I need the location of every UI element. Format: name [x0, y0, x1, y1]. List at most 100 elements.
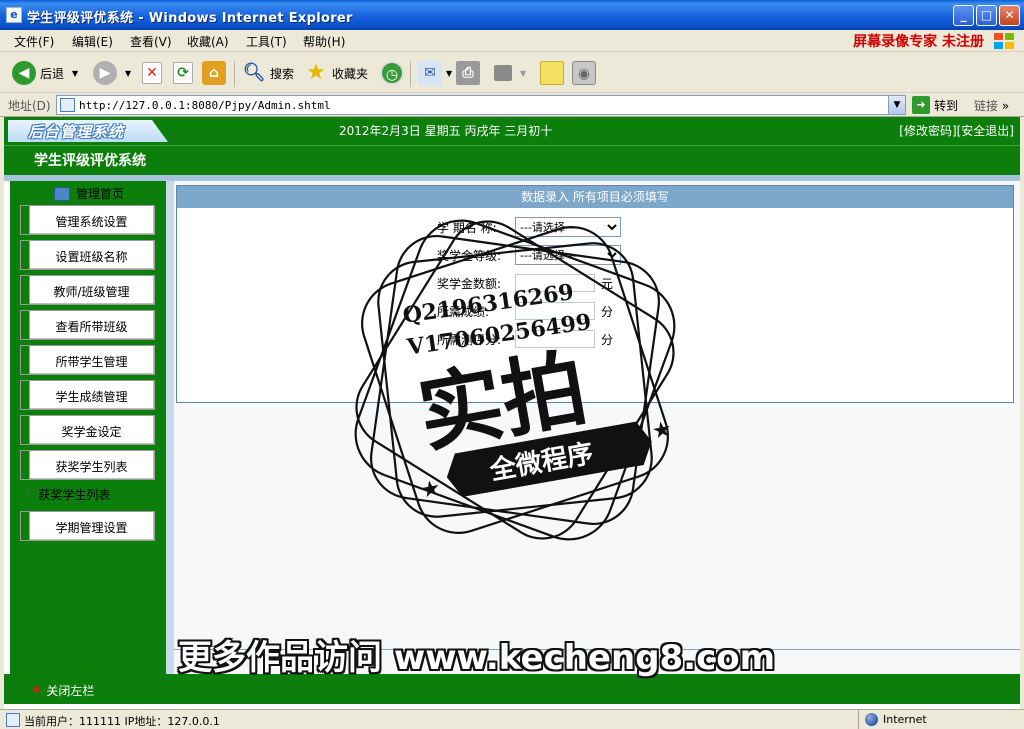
- sidebar-item-grades[interactable]: 学生成绩管理: [20, 380, 155, 410]
- refresh-button[interactable]: ⟳: [173, 59, 193, 87]
- menu-edit[interactable]: 编辑(E): [72, 33, 113, 50]
- menu-help[interactable]: 帮助(H): [303, 33, 345, 50]
- menu-view[interactable]: 查看(V): [130, 33, 172, 50]
- chevron-down-icon[interactable]: ▼: [125, 69, 131, 78]
- score-input[interactable]: [515, 302, 595, 320]
- refresh-icon: ⟳: [173, 62, 193, 84]
- mail-button[interactable]: ✉ ▼: [418, 59, 452, 87]
- star-icon: ★: [306, 60, 326, 85]
- recording-badge: 屏幕录像专家 未注册: [853, 34, 984, 50]
- home-button[interactable]: ⌂: [202, 59, 226, 87]
- main-panel: 数据录入 所有项目必须填写 学 期名 称: ---请选择--- 奖学金等级: -…: [174, 181, 1020, 674]
- web-page: 后台管理系统 2012年2月3日 星期五 丙戌年 三月初十 [修改密码][安全退…: [4, 117, 1020, 709]
- sidebar-divider[interactable]: [166, 181, 174, 674]
- ie-icon: e: [6, 7, 22, 23]
- back-button[interactable]: ◀ 后退 ▼: [12, 59, 78, 87]
- address-url: http://127.0.0.1:8080/Pjpy/Admin.shtml: [79, 99, 331, 112]
- links-button[interactable]: 链接 »: [974, 97, 1009, 114]
- admin-logo: 后台管理系统: [28, 123, 125, 141]
- back-arrow-icon: ◀: [12, 61, 36, 85]
- system-title: 学生评级评优系统: [34, 153, 146, 169]
- menu-bar: 文件(F) 编辑(E) 查看(V) 收藏(A) 工具(T) 帮助(H) 屏幕录像…: [0, 30, 1024, 52]
- amount-input[interactable]: [515, 274, 595, 292]
- sidebar-item-system-settings[interactable]: 管理系统设置: [20, 205, 155, 235]
- status-text: 当前用户：111111 IP地址：127.0.0.1: [24, 715, 220, 728]
- window-title-bar[interactable]: e 学生评级评优系统 - Windows Internet Explorer _…: [0, 0, 1024, 30]
- address-label: 地址(D): [8, 99, 51, 113]
- edit-icon: [494, 65, 512, 81]
- menu-file[interactable]: 文件(F): [14, 33, 54, 50]
- amount-row: 奖学金数额: 元: [437, 274, 613, 292]
- address-input[interactable]: http://127.0.0.1:8080/Pjpy/Admin.shtml ▼: [56, 95, 906, 115]
- page-icon: [60, 98, 75, 112]
- close-left-button[interactable]: ✱ 关闭左栏: [32, 682, 94, 699]
- sidebar-item-my-classes[interactable]: 查看所带班级: [20, 310, 155, 340]
- address-bar: 地址(D) http://127.0.0.1:8080/Pjpy/Admin.s…: [0, 93, 1024, 117]
- favorites-button[interactable]: ★ 收藏夹: [304, 59, 368, 87]
- print-button[interactable]: ⎙: [456, 59, 480, 87]
- history-icon: ◷: [380, 61, 404, 85]
- term-select[interactable]: ---请选择---: [515, 217, 621, 237]
- printer-icon: ⎙: [456, 61, 480, 85]
- messenger-icon: ◉: [572, 61, 596, 85]
- search-button[interactable]: 🔍︎ 搜索: [242, 59, 294, 87]
- chevron-down-icon[interactable]: ▼: [888, 96, 905, 114]
- bullet-icon: ✱: [24, 489, 33, 500]
- sidebar-section[interactable]: ✱ 获奖学生列表: [24, 486, 110, 503]
- computer-icon: [54, 186, 70, 201]
- page-icon: [6, 713, 20, 727]
- sidebar-item-term-settings[interactable]: 学期管理设置: [20, 511, 155, 541]
- score-row: 所需成绩: 分: [437, 302, 613, 320]
- window-title: 学生评级评优系统 - Windows Internet Explorer: [27, 11, 353, 26]
- security-zone: Internet: [858, 710, 1024, 729]
- toolbar: ◀ 后退 ▼ ▶ ▼ ✕ ⟳ ⌂ 🔍︎ 搜索 ★ 收藏夹 ◷ ✉ ▼ ⎙ ▼ ◉: [0, 53, 1024, 93]
- form-header: 数据录入 所有项目必须填写: [177, 186, 1013, 208]
- level-row: 奖学金等级: ---请选择---: [437, 245, 621, 265]
- sidebar-item-class-names[interactable]: 设置班级名称: [20, 240, 155, 270]
- discuss-button[interactable]: [540, 59, 564, 87]
- windows-logo-icon: [992, 32, 1018, 50]
- sidebar-item-students[interactable]: 所带学生管理: [20, 345, 155, 375]
- minimize-button[interactable]: _: [953, 5, 974, 26]
- stop-button[interactable]: ✕: [142, 59, 162, 87]
- sidebar-item-scholarship[interactable]: 奖学金设定: [20, 415, 155, 445]
- header-account-links[interactable]: [修改密码][安全退出]: [899, 122, 1014, 139]
- forward-button[interactable]: ▶ ▼: [93, 59, 131, 87]
- chevron-down-icon[interactable]: ▼: [520, 69, 526, 78]
- sidebar-item-award-list[interactable]: 获奖学生列表: [20, 450, 155, 480]
- close-button[interactable]: ✕: [999, 5, 1020, 26]
- sidebar-item-teacher-class[interactable]: 教师/班级管理: [20, 275, 155, 305]
- history-button[interactable]: ◷: [380, 59, 404, 87]
- forward-arrow-icon: ▶: [93, 61, 117, 85]
- edit-button[interactable]: ▼: [494, 59, 526, 87]
- watermark-site: 更多作品访问 www.kecheng8.com: [178, 638, 776, 678]
- close-icon: ✱: [32, 685, 41, 696]
- go-arrow-icon: ➜: [912, 96, 930, 114]
- header-date: 2012年2月3日 星期五 丙戌年 三月初十: [339, 124, 553, 138]
- left-sidebar: 管理首页 管理系统设置 设置班级名称 教师/班级管理 查看所带班级 所带学生管理…: [10, 181, 166, 674]
- go-button[interactable]: ➜ 转到: [912, 96, 958, 114]
- maximize-button[interactable]: □: [976, 5, 997, 26]
- sidebar-home[interactable]: 管理首页: [54, 185, 124, 202]
- term-row: 学 期名 称: ---请选择---: [437, 217, 621, 237]
- menu-favorites[interactable]: 收藏(A): [187, 33, 229, 50]
- stop-icon: ✕: [142, 62, 162, 84]
- toolbar-separator: [234, 61, 235, 87]
- evaluation-input[interactable]: [515, 330, 595, 348]
- messenger-button[interactable]: ◉: [572, 59, 596, 87]
- toolbar-separator: [410, 61, 411, 87]
- level-select[interactable]: ---请选择---: [515, 245, 621, 265]
- home-icon: ⌂: [202, 61, 226, 85]
- search-icon: 🔍︎: [242, 62, 266, 83]
- evaluation-row: 所需测评分: 分: [437, 330, 613, 348]
- note-icon: [540, 61, 564, 85]
- globe-icon: [865, 713, 878, 726]
- data-entry-form: 数据录入 所有项目必须填写 学 期名 称: ---请选择--- 奖学金等级: -…: [176, 185, 1014, 403]
- menu-tools[interactable]: 工具(T): [246, 33, 287, 50]
- mail-icon: ✉: [418, 61, 442, 85]
- page-header: 后台管理系统 2012年2月3日 星期五 丙戌年 三月初十 [修改密码][安全退…: [4, 117, 1020, 175]
- chevron-down-icon[interactable]: ▼: [446, 69, 452, 78]
- status-bar: 当前用户：111111 IP地址：127.0.0.1 Internet: [0, 709, 1024, 729]
- logo-tab: 后台管理系统: [4, 117, 168, 145]
- chevron-down-icon[interactable]: ▼: [72, 69, 78, 78]
